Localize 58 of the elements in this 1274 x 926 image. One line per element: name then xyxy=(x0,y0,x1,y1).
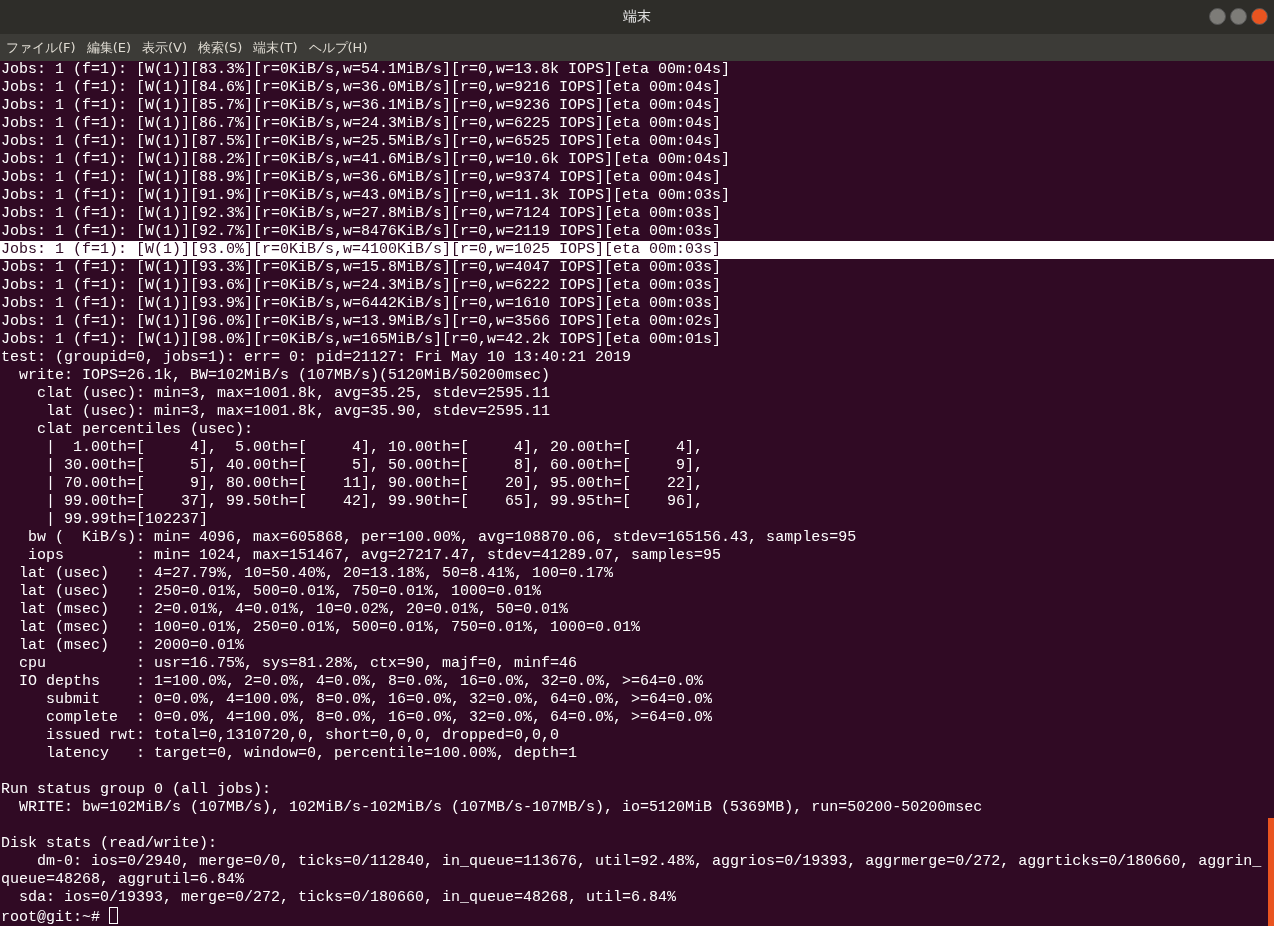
terminal-line: Jobs: 1 (f=1): [W(1)][84.6%][r=0KiB/s,w=36.0MiB/s][r=0,w=9216 IOPS][eta 00m:04s] xyxy=(1,79,722,96)
terminal-line: sda: ios=0/19393, merge=0/272, ticks=0/180660, in_queue=48268, util=6.84% xyxy=(18,889,677,906)
terminal-line: cpu : usr=16.75%, sys=81.28%, ctx=90, majf=0, minf=46 xyxy=(18,655,578,672)
terminal-line: IO depths : 1=100.0%, 2=0.0%, 4=0.0%, 8=0.0%, 16=0.0%, 32=0.0%, >=64=0.0% xyxy=(18,673,704,690)
shell-prompt: root@git:~# xyxy=(1,909,101,926)
terminal-line: Jobs: 1 (f=1): [W(1)][88.9%][r=0KiB/s,w=36.6MiB/s][r=0,w=9374 IOPS][eta 00m:04s] xyxy=(1,169,722,186)
menu-item[interactable]: ヘルプ(H) xyxy=(308,38,368,57)
terminal-line: clat (usec): min=3, max=1001.8k, avg=35.25, stdev=2595.11 xyxy=(36,385,551,402)
terminal-line: write: IOPS=26.1k, BW=102MiB/s (107MB/s)(5120MiB/50200msec) xyxy=(18,367,551,384)
terminal-line: Jobs: 1 (f=1): [W(1)][93.3%][r=0KiB/s,w=15.8MiB/s][r=0,w=4047 IOPS][eta 00m:03s] xyxy=(1,259,722,276)
menu-item[interactable]: 端末(T) xyxy=(253,38,298,57)
menu-item[interactable]: 検索(S) xyxy=(198,38,243,57)
terminal-line: lat (msec) : 2=0.01%, 4=0.01%, 10=0.02%, 20=0.01%, 50=0.01% xyxy=(18,601,569,618)
terminal-line: Jobs: 1 (f=1): [W(1)][98.0%][r=0KiB/s,w=165MiB/s][r=0,w=42.2k IOPS][eta 00m:01s] xyxy=(1,331,722,348)
terminal-line: issued rwt: total=0,1310720,0, short=0,0,0, dropped=0,0,0 xyxy=(45,727,560,744)
terminal-line: test: (groupid=0, jobs=1): err= 0: pid=21127: Fri May 10 13:40:21 2019 xyxy=(1,349,632,366)
terminal-line: lat (usec) : 4=27.79%, 10=50.40%, 20=13.18%, 50=8.41%, 100=0.17% xyxy=(18,565,614,582)
maximize-button[interactable] xyxy=(1230,8,1247,25)
terminal-line: lat (usec) : 250=0.01%, 500=0.01%, 750=0.01%, 1000=0.01% xyxy=(18,583,542,600)
terminal-line: Jobs: 1 (f=1): [W(1)][93.6%][r=0KiB/s,w=24.3MiB/s][r=0,w=6222 IOPS][eta 00m:03s] xyxy=(1,277,722,294)
terminal-line: Jobs: 1 (f=1): [W(1)][93.0%][r=0KiB/s,w=4100KiB/s][r=0,w=1025 IOPS][eta 00m:03s] xyxy=(1,241,722,258)
terminal-line: dm-0: ios=0/2940, merge=0/0, ticks=0/112840, in_queue=113676, util=92.48%, aggrios=0/19393, aggrmerge=0/272, aggrticks=0/180660, aggrin_ xyxy=(36,853,1262,870)
menu-item[interactable]: 編集(E) xyxy=(86,38,131,57)
menu-item[interactable]: ファイル(F) xyxy=(6,38,76,57)
terminal-line: Jobs: 1 (f=1): [W(1)][92.7%][r=0KiB/s,w=8476KiB/s][r=0,w=2119 IOPS][eta 00m:03s] xyxy=(1,223,722,240)
terminal-line: lat (usec): min=3, max=1001.8k, avg=35.90, stdev=2595.11 xyxy=(45,403,551,420)
terminal-line: | 30.00th=[ 5], 40.00th=[ 5], 50.00th=[ 8], 60.00th=[ 9], xyxy=(45,457,704,474)
terminal-line: Jobs: 1 (f=1): [W(1)][86.7%][r=0KiB/s,w=24.3MiB/s][r=0,w=6225 IOPS][eta 00m:04s] xyxy=(1,115,722,132)
terminal-line: | 70.00th=[ 9], 80.00th=[ 11], 90.00th=[ 20], 95.00th=[ 22], xyxy=(45,475,704,492)
minimize-button[interactable] xyxy=(1209,8,1226,25)
terminal-line: clat percentiles (usec): xyxy=(36,421,254,438)
terminal-line: latency : target=0, window=0, percentile=100.00%, depth=1 xyxy=(45,745,578,762)
cursor-icon xyxy=(109,907,119,924)
terminal-line: | 99.00th=[ 37], 99.50th=[ 42], 99.90th=[ 65], 99.95th=[ 96], xyxy=(45,493,704,510)
terminal-line: lat (msec) : 100=0.01%, 250=0.01%, 500=0.01%, 750=0.01%, 1000=0.01% xyxy=(18,619,641,636)
terminal-line: complete : 0=0.0%, 4=100.0%, 8=0.0%, 16=0.0%, 32=0.0%, 64=0.0%, >=64=0.0% xyxy=(45,709,713,726)
terminal-line: | 99.99th=[102237] xyxy=(45,511,209,528)
terminal-line: Jobs: 1 (f=1): [W(1)][87.5%][r=0KiB/s,w=25.5MiB/s][r=0,w=6525 IOPS][eta 00m:04s] xyxy=(1,133,722,150)
terminal-line: queue=48268, aggrutil=6.84% xyxy=(1,871,245,888)
terminal-line: Jobs: 1 (f=1): [W(1)][83.3%][r=0KiB/s,w=54.1MiB/s][r=0,w=13.8k IOPS][eta 00m:04s] xyxy=(1,61,731,78)
terminal-line: Disk stats (read/write): xyxy=(1,835,218,852)
terminal-line: Jobs: 1 (f=1): [W(1)][91.9%][r=0KiB/s,w=43.0MiB/s][r=0,w=11.3k IOPS][eta 00m:03s] xyxy=(1,187,731,204)
terminal-line: submit : 0=0.0%, 4=100.0%, 8=0.0%, 16=0.0%, 32=0.0%, 64=0.0%, >=64=0.0% xyxy=(45,691,713,708)
terminal-line: iops : min= 1024, max=151467, avg=27217.47, stdev=41289.07, samples=95 xyxy=(27,547,722,564)
terminal-line: Run status group 0 (all jobs): xyxy=(1,781,272,798)
terminal-line: lat (msec) : 2000=0.01% xyxy=(18,637,245,654)
menu-item[interactable]: 表示(V) xyxy=(142,38,188,57)
terminal-line: WRITE: bw=102MiB/s (107MB/s), 102MiB/s-102MiB/s (107MB/s-107MB/s), io=5120MiB (5369MB), run=50200-50200msec xyxy=(18,799,983,816)
window-title: 端末 xyxy=(623,8,651,26)
terminal-line: bw ( KiB/s): min= 4096, max=605868, per=100.00%, avg=108870.06, stdev=165156.43, samples=95 xyxy=(27,529,857,546)
close-button[interactable] xyxy=(1251,8,1268,25)
scrollbar-thumb[interactable] xyxy=(1268,818,1274,926)
terminal-line: Jobs: 1 (f=1): [W(1)][93.9%][r=0KiB/s,w=6442KiB/s][r=0,w=1610 IOPS][eta 00m:03s] xyxy=(1,295,722,312)
terminal-line: | 1.00th=[ 4], 5.00th=[ 4], 10.00th=[ 4], 20.00th=[ 4], xyxy=(45,439,704,456)
terminal-line: Jobs: 1 (f=1): [W(1)][88.2%][r=0KiB/s,w=41.6MiB/s][r=0,w=10.6k IOPS][eta 00m:04s] xyxy=(1,151,731,168)
terminal-line: Jobs: 1 (f=1): [W(1)][85.7%][r=0KiB/s,w=36.1MiB/s][r=0,w=9236 IOPS][eta 00m:04s] xyxy=(1,97,722,114)
terminal-line: Jobs: 1 (f=1): [W(1)][96.0%][r=0KiB/s,w=13.9MiB/s][r=0,w=3566 IOPS][eta 00m:02s] xyxy=(1,313,722,330)
terminal-line: Jobs: 1 (f=1): [W(1)][92.3%][r=0KiB/s,w=27.8MiB/s][r=0,w=7124 IOPS][eta 00m:03s] xyxy=(1,205,722,222)
